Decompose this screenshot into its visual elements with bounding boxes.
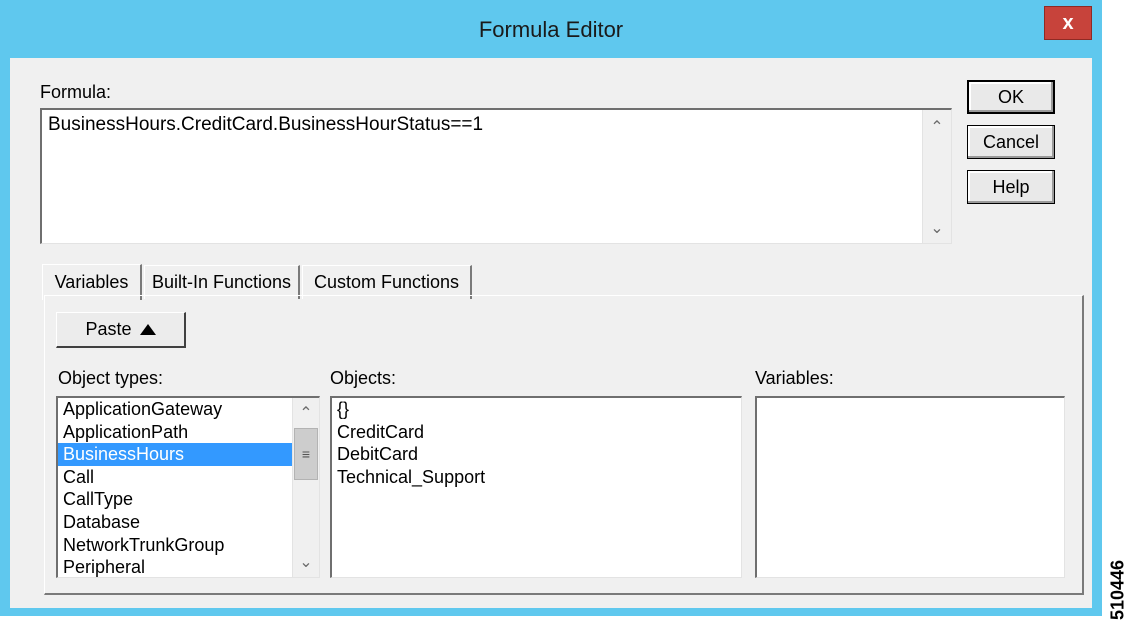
close-button[interactable]: x [1044, 6, 1092, 40]
object-types-scrollbar[interactable]: ⌃ ≡ ⌄ [292, 398, 319, 577]
tab-custom-functions[interactable]: Custom Functions [302, 265, 472, 299]
list-item[interactable]: CreditCard [332, 421, 741, 444]
formula-editor-window: Formula Editor x Formula: BusinessHours.… [0, 0, 1102, 616]
list-item[interactable]: Peripheral [58, 556, 294, 577]
variables-label: Variables: [755, 368, 834, 388]
object-types-list[interactable]: ApplicationGateway ApplicationPath Busin… [56, 396, 320, 578]
list-item[interactable]: ApplicationGateway [58, 398, 294, 421]
variables-list[interactable] [755, 396, 1065, 578]
formula-scrollbar[interactable]: ⌃ ⌄ [922, 110, 951, 243]
cancel-button[interactable]: Cancel [967, 125, 1055, 159]
objects-label: Objects: [330, 368, 397, 388]
triangle-up-icon [139, 319, 156, 340]
ok-button[interactable]: OK [967, 80, 1055, 114]
list-item[interactable]: Technical_Support [332, 466, 741, 489]
formula-text: BusinessHours.CreditCard.BusinessHourSta… [48, 114, 484, 135]
list-item[interactable]: {} [332, 398, 741, 421]
title-bar[interactable]: Formula Editor x [0, 0, 1102, 58]
help-button[interactable]: Help [967, 170, 1055, 204]
scroll-up-arrow-icon[interactable]: ⌃ [293, 400, 319, 426]
formula-label: Formula: [40, 82, 112, 102]
formula-textarea[interactable]: BusinessHours.CreditCard.BusinessHourSta… [40, 108, 952, 244]
scroll-down-arrow-icon[interactable]: ⌄ [923, 215, 951, 241]
list-item[interactable]: Database [58, 511, 294, 534]
paste-button[interactable]: Paste [56, 312, 186, 348]
list-item[interactable]: NetworkTrunkGroup [58, 534, 294, 557]
scroll-thumb[interactable]: ≡ [294, 428, 318, 480]
figure-id: 510446 [1108, 560, 1128, 620]
scroll-down-arrow-icon[interactable]: ⌄ [293, 549, 319, 575]
paste-label: Paste [85, 319, 132, 339]
figure-id-text: 510446 [1107, 559, 1128, 621]
objects-list[interactable]: {} CreditCard DebitCard Technical_Suppor… [330, 396, 742, 578]
list-item[interactable]: Call [58, 466, 294, 489]
list-item[interactable]: DebitCard [332, 443, 741, 466]
tab-built-in-functions[interactable]: Built-In Functions [144, 265, 300, 299]
object-types-label: Object types: [58, 368, 164, 388]
list-item[interactable]: CallType [58, 488, 294, 511]
list-item[interactable]: ApplicationPath [58, 421, 294, 444]
window-title: Formula Editor [478, 17, 624, 42]
list-item-selected[interactable]: BusinessHours [58, 443, 294, 466]
scroll-up-arrow-icon[interactable]: ⌃ [923, 114, 951, 140]
dialog-body: Formula: BusinessHours.CreditCard.Busine… [10, 58, 1092, 608]
